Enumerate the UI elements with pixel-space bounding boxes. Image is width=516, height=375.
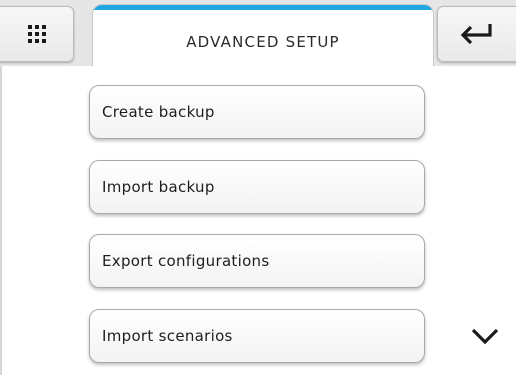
advanced-setup-screen: ADVANCED SETUP Create backup Import back…: [0, 0, 516, 375]
back-button[interactable]: [437, 6, 516, 62]
menu-grid-button[interactable]: [0, 6, 74, 62]
title-accent-bar: [93, 5, 433, 10]
create-backup-button[interactable]: Create backup: [89, 85, 425, 139]
title-tab: ADVANCED SETUP: [92, 4, 434, 74]
import-backup-button[interactable]: Import backup: [89, 160, 425, 214]
import-scenarios-button[interactable]: Import scenarios: [89, 309, 425, 363]
left-edge-line: [0, 66, 2, 375]
chevron-down-icon[interactable]: [470, 324, 500, 348]
header-bar: ADVANCED SETUP: [0, 0, 516, 74]
page-title: ADVANCED SETUP: [186, 33, 340, 51]
return-arrow-icon: [460, 24, 492, 45]
grid-icon: [28, 25, 46, 43]
export-configurations-button[interactable]: Export configurations: [89, 234, 425, 288]
